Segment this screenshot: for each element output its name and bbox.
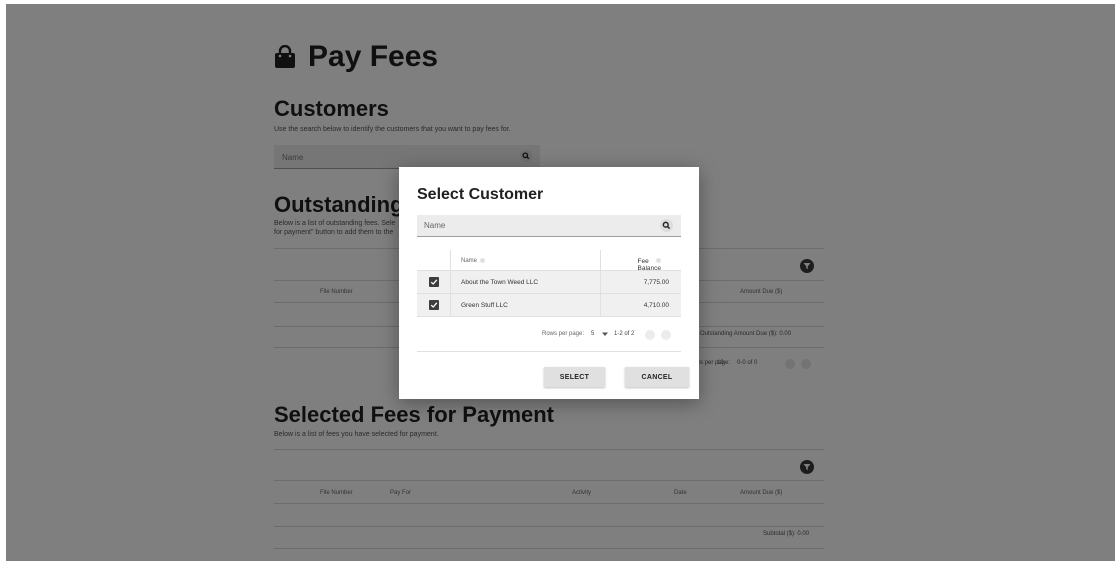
page-range: 1-2 of 2 [614,331,635,337]
rows-per-page-label: Rows per page: [542,331,585,337]
rows-per-page-select[interactable]: 5 [591,331,594,337]
previous-page-icon[interactable] [645,330,655,340]
search-icon[interactable] [660,219,673,232]
checkbox-column-header [417,250,451,270]
table-row[interactable]: Green Stuff LLC 4,710.00 [417,294,681,317]
table-header-row: Name Fee Balance ($) [417,250,681,279]
chevron-down-icon[interactable] [602,332,608,337]
dialog-pagination: Rows per page: 5 1-2 of 2 [417,327,681,343]
checkbox-checked[interactable] [429,300,439,310]
fee-balance-cell: 4,710.00 [600,294,681,316]
customer-name: About the Town Weed LLC [461,279,539,286]
column-header-name[interactable]: Name [461,258,486,264]
customer-name: Green Stuff LLC [461,302,508,309]
fee-balance: 4,710.00 [643,302,669,309]
select-button[interactable]: SELECT [544,367,605,387]
sort-icon [480,258,486,263]
row-checkbox-cell [417,294,451,316]
select-customer-dialog: Select Customer Name Name Fee Balance ($… [399,167,699,399]
column-header-fee-balance[interactable]: Fee Balance ($) [600,250,681,279]
next-page-icon[interactable] [661,330,671,340]
dialog-search-input[interactable]: Name [417,215,681,237]
fee-balance: 7,775.00 [643,279,669,286]
checkbox-checked[interactable] [429,277,439,287]
fee-balance-cell: 7,775.00 [600,271,681,293]
divider [417,351,681,352]
cancel-button[interactable]: CANCEL [625,367,689,387]
table-row[interactable]: About the Town Weed LLC 7,775.00 [417,271,681,294]
dialog-title: Select Customer [417,186,544,203]
dialog-search-placeholder: Name [424,221,446,230]
sort-icon [656,258,661,263]
row-checkbox-cell [417,271,451,293]
